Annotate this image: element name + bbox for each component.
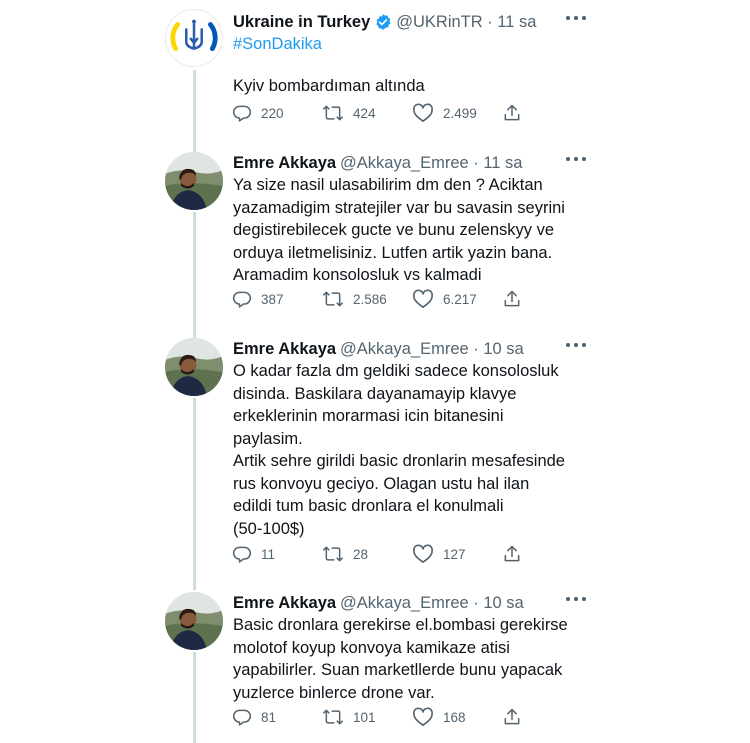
like-button[interactable]: 168 (412, 707, 466, 727)
reply-icon (232, 105, 252, 122)
tweet-actions: 81 101 168 (232, 707, 532, 727)
retweet-button[interactable]: 424 (322, 103, 376, 123)
share-button[interactable] (502, 289, 531, 309)
ukraine-trident-icon (170, 19, 218, 52)
tweet-text: O kadar fazla dm geldiki sadece konsolos… (233, 362, 565, 538)
tweet-text: Ya size nasil ulasabilirim dm den ? Acik… (233, 176, 565, 284)
reply-icon (232, 546, 252, 563)
display-name[interactable]: Ukraine in Turkey (233, 11, 370, 33)
display-name[interactable]: Emre Akkaya (233, 592, 336, 614)
like-button[interactable]: 127 (412, 544, 466, 564)
hashtag-link[interactable]: #SonDakika (233, 35, 322, 54)
heart-icon (413, 103, 433, 122)
profile-photo-image (165, 592, 223, 650)
tweet[interactable]: Emre Akkaya @Akkaya_Emree · 10 sa Basic … (0, 586, 750, 736)
like-count: 168 (443, 709, 466, 725)
reply-count: 11 (261, 546, 276, 562)
heart-icon (413, 707, 433, 726)
avatar[interactable] (165, 592, 223, 650)
tweet[interactable]: Emre Akkaya @Akkaya_Emree · 10 sa O kada… (0, 332, 750, 572)
retweet-count: 28 (353, 546, 369, 562)
profile-photo-image (165, 152, 223, 210)
reply-icon (232, 709, 252, 726)
more-icon[interactable] (566, 154, 588, 164)
tweet-header: Emre Akkaya @Akkaya_Emree · 10 sa (233, 338, 524, 360)
retweet-count: 101 (353, 709, 376, 725)
handle-and-time[interactable]: @Akkaya_Emree · 10 sa (340, 592, 524, 614)
reply-count: 220 (261, 105, 284, 121)
like-count: 2.499 (443, 105, 477, 121)
avatar[interactable] (165, 152, 223, 210)
reply-button[interactable]: 81 (232, 707, 276, 727)
verified-badge-icon (376, 14, 391, 30)
like-button[interactable]: 2.499 (412, 103, 477, 123)
tweet-text: Kyiv bombardıman altında (233, 77, 425, 95)
reply-count: 81 (261, 709, 277, 725)
reply-button[interactable]: 220 (232, 103, 284, 123)
like-count: 127 (443, 546, 466, 562)
retweet-icon (323, 105, 343, 121)
handle-and-time[interactable]: @Akkaya_Emree · 11 sa (340, 152, 522, 174)
reply-button[interactable]: 11 (232, 544, 275, 564)
more-icon[interactable] (566, 340, 588, 350)
share-icon (504, 545, 520, 562)
heart-icon (413, 544, 433, 563)
retweet-icon (323, 546, 343, 562)
share-button[interactable] (502, 544, 531, 564)
like-count: 6.217 (443, 291, 477, 307)
tweet-actions: 220 424 2.499 (232, 103, 532, 123)
display-name[interactable]: Emre Akkaya (233, 338, 336, 360)
retweet-button[interactable]: 2.586 (322, 289, 387, 309)
handle-and-time[interactable]: @Akkaya_Emree · 10 sa (340, 338, 524, 360)
share-icon (504, 708, 520, 725)
tweet[interactable]: Emre Akkaya @Akkaya_Emree · 11 sa Ya siz… (0, 146, 750, 326)
profile-photo-image (165, 338, 223, 396)
display-name[interactable]: Emre Akkaya (233, 152, 336, 174)
tweet-header: Ukraine in Turkey @UKRinTR · 11 sa (233, 11, 536, 33)
tweet-actions: 387 2.586 6.217 (232, 289, 532, 309)
tweet-actions: 11 28 127 (232, 544, 532, 564)
retweet-icon (323, 291, 343, 307)
more-icon[interactable] (566, 594, 588, 604)
retweet-icon (323, 709, 343, 725)
handle-and-time[interactable]: @UKRinTR · 11 sa (396, 11, 536, 33)
tweet-header: Emre Akkaya @Akkaya_Emree · 11 sa (233, 152, 522, 174)
share-button[interactable] (502, 103, 531, 123)
reply-count: 387 (261, 291, 284, 307)
heart-icon (413, 289, 433, 308)
retweet-count: 2.586 (353, 291, 387, 307)
share-icon (504, 290, 520, 307)
retweet-button[interactable]: 101 (322, 707, 376, 727)
share-button[interactable] (502, 707, 531, 727)
like-button[interactable]: 6.217 (412, 289, 477, 309)
retweet-button[interactable]: 28 (322, 544, 368, 564)
tweet[interactable]: Ukraine in Turkey @UKRinTR · 11 sa #SonD… (0, 5, 750, 135)
tweet-text: Basic dronlara gerekirse el.bombasi gere… (233, 616, 568, 702)
reply-button[interactable]: 387 (232, 289, 284, 309)
avatar[interactable] (165, 338, 223, 396)
avatar[interactable] (165, 9, 223, 67)
tweet-header: Emre Akkaya @Akkaya_Emree · 10 sa (233, 592, 524, 614)
retweet-count: 424 (353, 105, 376, 121)
reply-icon (232, 291, 252, 308)
more-icon[interactable] (566, 13, 588, 23)
share-icon (504, 104, 520, 121)
